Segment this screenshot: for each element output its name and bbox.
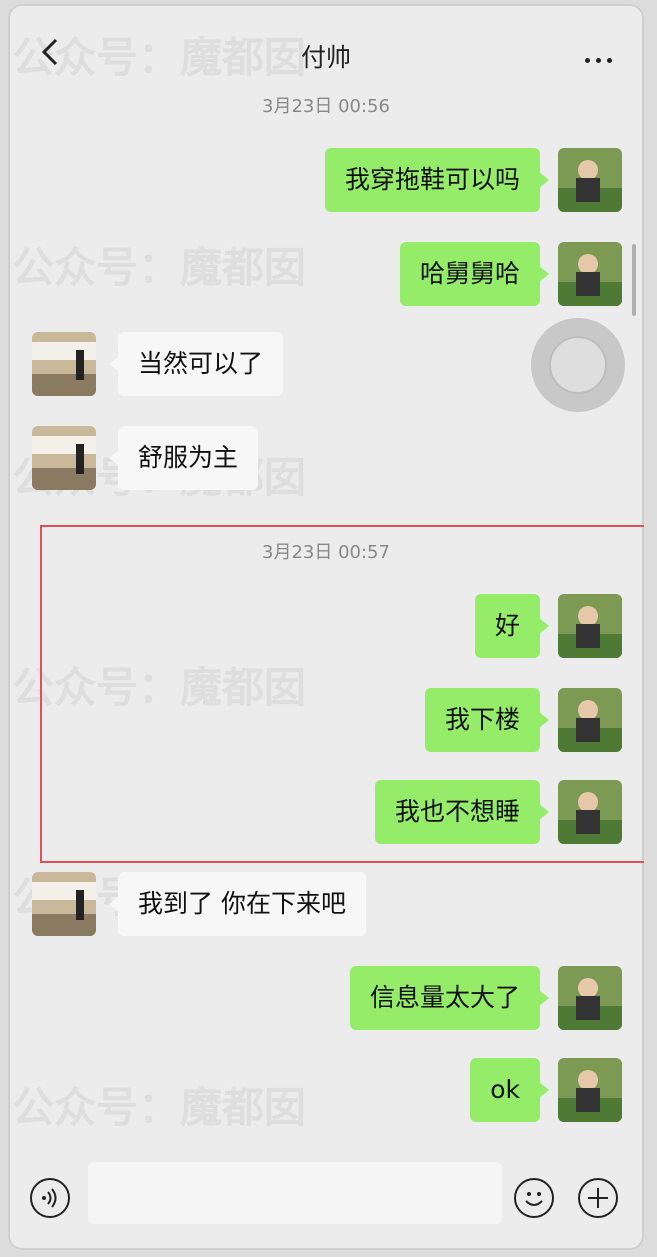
my-avatar[interactable] <box>558 1058 622 1122</box>
input-bar <box>8 1154 644 1250</box>
my-avatar[interactable] <box>558 594 622 658</box>
message-bubble-received[interactable]: 我到了 你在下来吧 <box>109 872 366 936</box>
message-bubble-received[interactable]: 舒服为主 <box>108 426 259 490</box>
chat-header: 付帅 <box>8 4 644 94</box>
message-bubble-received[interactable]: 当然可以了 <box>108 332 284 396</box>
my-avatar[interactable] <box>558 688 622 752</box>
message-row-sent: 我穿拖鞋可以吗 <box>8 148 644 212</box>
timestamp: 3月23日 00:57 <box>262 542 390 563</box>
floating-window-button[interactable] <box>531 318 625 412</box>
message-bubble-sent[interactable]: 我也不想睡 <box>374 780 550 844</box>
more-button[interactable] <box>582 36 622 66</box>
timestamp: 3月23日 00:56 <box>262 96 390 117</box>
voice-icon <box>42 1188 57 1208</box>
emoji-button[interactable] <box>514 1178 554 1218</box>
my-avatar[interactable] <box>558 780 622 844</box>
message-bubble-sent[interactable]: 哈舅舅哈 <box>399 242 550 306</box>
message-row-sent: 哈舅舅哈 <box>8 242 644 306</box>
voice-button[interactable] <box>30 1178 70 1218</box>
contact-avatar[interactable] <box>32 872 96 936</box>
scrollbar[interactable] <box>632 244 636 316</box>
chat-title: 付帅 <box>300 43 351 72</box>
plus-icon <box>588 1188 608 1208</box>
more-dots-icon <box>585 58 590 63</box>
message-row-sent: ok <box>8 1058 644 1122</box>
message-row-sent: 我下楼 <box>8 688 644 752</box>
my-avatar[interactable] <box>558 148 622 212</box>
message-input[interactable] <box>88 1162 502 1224</box>
message-row-received: 舒服为主 <box>8 426 644 490</box>
message-row-received: 我到了 你在下来吧 <box>8 872 644 936</box>
plus-button[interactable] <box>578 1178 618 1218</box>
chat-screen: 公众号：魔都囡 公众号：魔都囡 公众号：魔都囡 公众号：魔都囡 公众号：魔都囡 … <box>8 4 644 1250</box>
contact-avatar[interactable] <box>32 332 96 396</box>
emoji-icon <box>525 1192 543 1206</box>
contact-avatar[interactable] <box>32 426 96 490</box>
my-avatar[interactable] <box>558 966 622 1030</box>
message-row-sent: 信息量太大了 <box>8 966 644 1030</box>
message-bubble-sent[interactable]: 好 <box>474 594 550 658</box>
message-bubble-sent[interactable]: ok <box>470 1058 549 1122</box>
message-row-sent: 好 <box>8 594 644 658</box>
message-bubble-sent[interactable]: 信息量太大了 <box>349 966 550 1030</box>
message-bubble-sent[interactable]: 我下楼 <box>424 688 550 752</box>
message-row-sent: 我也不想睡 <box>8 780 644 844</box>
message-bubble-sent[interactable]: 我穿拖鞋可以吗 <box>324 148 550 212</box>
my-avatar[interactable] <box>558 242 622 306</box>
